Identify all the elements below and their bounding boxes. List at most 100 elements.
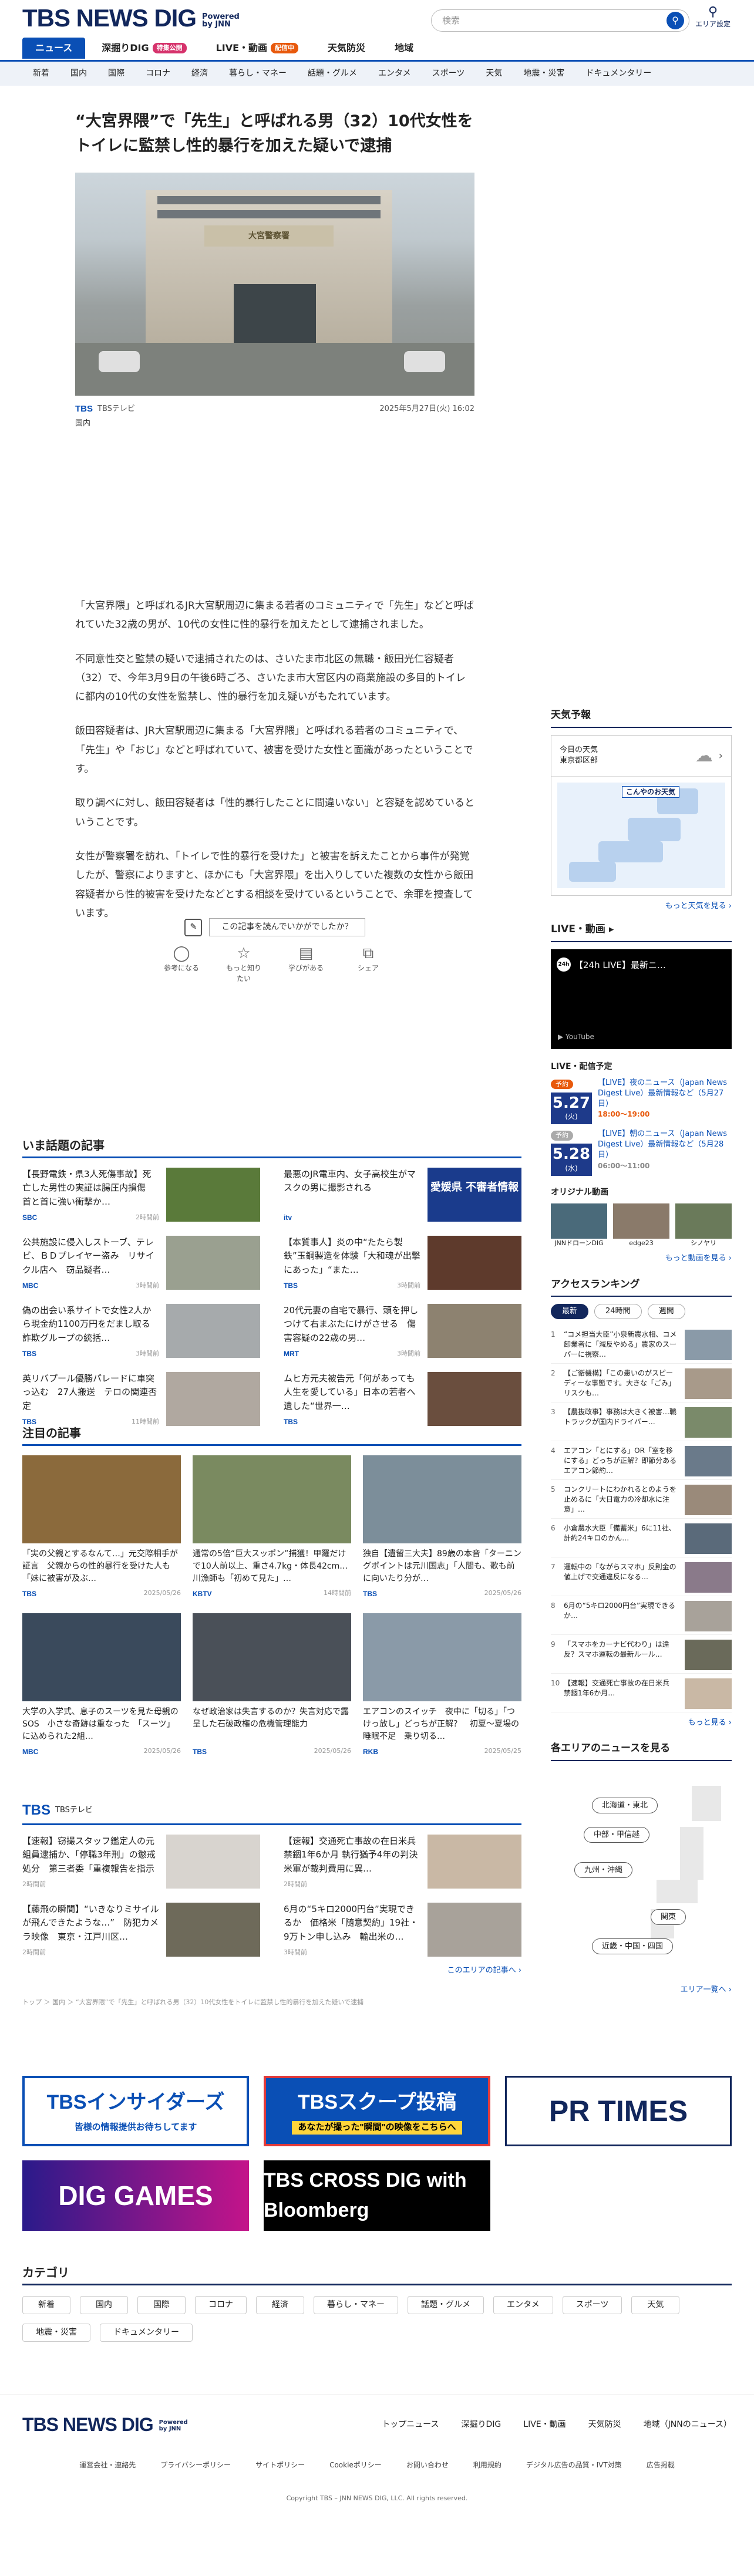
ranking-item[interactable]: 4 エアコン「とにする」OR「室を移にする」どっちが正解？即節分あるエアコン節約… — [551, 1441, 732, 1480]
category-pill[interactable]: 新着 — [22, 2296, 70, 2314]
ranking-item[interactable]: 9 「スマホをカーナビ代わり」は違反？スマホ運転の最新ルール… — [551, 1635, 732, 1674]
ranking-tab[interactable]: 最新 — [551, 1304, 589, 1319]
tbs-item[interactable]: 6月の“5キロ2000円台”実現できるか 価格米「随意契約」19社・9万トン申し… — [284, 1903, 521, 1960]
category-pill[interactable]: エンタメ — [493, 2296, 553, 2314]
footer-sub-link[interactable]: デジタル広告の品質・IVT対策 — [526, 2460, 622, 2470]
trending-item[interactable]: 英リバプール優勝パレードに車突っ込む 27人搬送 テロの関連否定 TBS 11時間前 — [22, 1372, 260, 1429]
ranking-item[interactable]: 7 運転中の「ながらスマホ」反則金の値上げで交通違反になる… — [551, 1557, 732, 1596]
site-logo[interactable]: TBS NEWS DIG Powered by JNN — [22, 6, 240, 31]
tab-news[interactable]: ニュース — [22, 38, 86, 59]
footer-sub-link[interactable]: プライバシーポリシー — [160, 2460, 231, 2470]
area-setting-button[interactable]: ⚲ エリア設定 — [694, 6, 732, 29]
search-icon[interactable]: ⚲ — [667, 12, 684, 29]
schedule-item[interactable]: 予約 5.27 (火) 【LIVE】夜のニュース（Japan News Digest … — [551, 1078, 732, 1125]
ranking-item[interactable]: 2 【ご衛機構】「この患いのがスピーディーな事態です。大きな「ごみ」リスクも… — [551, 1364, 732, 1402]
footer-link[interactable]: 深掘りDIG — [462, 2419, 501, 2431]
feedback-option[interactable]: ◯ 参考になる — [161, 945, 202, 984]
footer-link[interactable]: LIVE・動画 — [523, 2419, 566, 2431]
category-pill[interactable]: 地震・災害 — [22, 2324, 90, 2342]
trending-item[interactable]: 公共施設に侵入しストーブ、テレビ、ＢＤプレイヤー盗み リサイクル店へ 窃品疑者…… — [22, 1236, 260, 1293]
footer-link[interactable]: 地域（JNNのニュース） — [644, 2419, 732, 2431]
tab-region[interactable]: 地域 — [382, 38, 426, 59]
category-link[interactable]: 地震・災害 — [513, 68, 575, 80]
prtimes-banner[interactable]: PR TIMES — [505, 2076, 732, 2146]
featured-card[interactable]: エアコンのスイッチ 夜中に「切る」「つけっ放し」どっちが正解？ 初夏〜夏場の睡眠… — [363, 1613, 521, 1757]
featured-card[interactable]: 大学の入学式、息子のスーツを見た母親のSOS 小さな奇跡は重なった 「スーツ」に… — [22, 1613, 181, 1757]
feedback-option[interactable]: ☆ もっと知りたい — [223, 945, 264, 984]
footer-sub-link[interactable]: 利用規約 — [473, 2460, 501, 2470]
category-pill[interactable]: スポーツ — [562, 2296, 622, 2314]
ranking-item[interactable]: 6 小倉農水大臣「備蓄米」6に11社、計約24キロのかん… — [551, 1519, 732, 1557]
weather-more-link[interactable]: もっと天気を見る › — [551, 901, 732, 912]
category-link[interactable]: 国内 — [60, 68, 97, 80]
ranking-item[interactable]: 10 【速報】交通死亡事故の在日米兵 禁錮1年6か月… — [551, 1674, 732, 1712]
footer-logo[interactable]: TBS NEWS DIG Powered by JNN — [22, 2415, 188, 2434]
category-link[interactable]: スポーツ — [422, 68, 476, 80]
ranking-more-link[interactable]: もっと見る › — [551, 1717, 732, 1729]
tbs-more-link[interactable]: このエリアの記事へ › — [22, 1965, 521, 1977]
category-pill[interactable]: ドキュメンタリー — [100, 2324, 193, 2342]
footer-sub-link[interactable]: Cookieポリシー — [329, 2460, 382, 2470]
footer-sub-link[interactable]: 広告掲載 — [647, 2460, 675, 2470]
category-link[interactable]: 経済 — [181, 68, 218, 80]
ranking-tab[interactable]: 週間 — [647, 1304, 685, 1319]
live-heading[interactable]: LIVE・動画 ▸ — [551, 922, 732, 942]
category-pill[interactable]: 暮らし・マネー — [314, 2296, 398, 2314]
category-link[interactable]: エンタメ — [368, 68, 422, 80]
footer-sub-link[interactable]: お問い合わせ — [406, 2460, 449, 2470]
ranking-item[interactable]: 1 “コメ担当大臣”小泉新農水相、コメ卸業者に「減反やめる」農家のスーパーに視察… — [551, 1325, 732, 1364]
featured-card[interactable]: 独自【遺留三大夫】89歳の本音「ターニングポイントは元川国志」「人間も、歌も前に… — [363, 1455, 521, 1599]
video-more-link[interactable]: もっと動画を見る › — [551, 1253, 732, 1265]
breadcrumb[interactable]: トップ ＞ 国内 ＞ “大宮界隈”で「先生」と呼ばれる男（32）10代女性をトイ… — [22, 1998, 732, 2008]
category-link[interactable]: 暮らし・マネー — [218, 68, 297, 80]
tab-live-video[interactable]: LIVE・動画 配信中 — [203, 38, 311, 59]
tab-deep-dig[interactable]: 深掘りDIG 特集公開 — [89, 38, 199, 59]
weather-widget[interactable]: 今日の天気 東京都区部 ☁ › こんやのお天気 — [551, 734, 732, 896]
category-link[interactable]: ドキュメンタリー — [575, 68, 662, 80]
ranking-item[interactable]: 8 6月の“5キロ2000円台”実現できるか… — [551, 1596, 732, 1635]
trending-item[interactable]: 最悪のJR電車内、女子高校生がマスクの男に撮影される itv 愛媛県 不審者情報 — [284, 1168, 521, 1225]
insiders-banner[interactable]: TBSインサイダーズ 皆様の情報提供お待ちしてます — [22, 2076, 249, 2146]
trending-item[interactable]: 【本質事人】炎の中“たたら製鉄”玉鋼製造を体験「大和魂が出撃にあった」“また… T… — [284, 1236, 521, 1293]
footer-sub-link[interactable]: サイトポリシー — [255, 2460, 305, 2470]
chevron-right-icon[interactable]: › — [719, 748, 723, 764]
article-genre[interactable]: 国内 — [75, 418, 474, 430]
original-video[interactable]: JNNドローンDIG — [551, 1203, 607, 1249]
ranking-item[interactable]: 5 コンクリートにわかれるとのようを止めるに「大日電力の冷却水に注意」… — [551, 1480, 732, 1519]
trending-item[interactable]: 偽の出会い系サイトで女性2人から現金約1100万円をだまし取る 詐欺グループの統… — [22, 1304, 260, 1361]
category-pill[interactable]: 国内 — [80, 2296, 128, 2314]
category-pill[interactable]: 話題・グルメ — [408, 2296, 484, 2314]
category-pill[interactable]: 天気 — [631, 2296, 680, 2314]
tab-weather[interactable]: 天気防災 — [315, 38, 378, 59]
category-link[interactable]: コロナ — [135, 68, 181, 80]
live-player[interactable]: 24h 【24h LIVE】最新ニ… ▶ YouTube — [551, 949, 732, 1049]
original-video[interactable]: edge23 — [613, 1203, 669, 1249]
category-link[interactable]: 天気 — [475, 68, 513, 80]
trending-item[interactable]: 20代元妻の自宅で暴行、頭を押しつけて右まぶたにけがさせる 傷害容疑の22歳の男… — [284, 1304, 521, 1361]
category-pill[interactable]: 国際 — [137, 2296, 186, 2314]
dig-games-banner[interactable]: DIG GAMES — [22, 2160, 249, 2231]
original-video[interactable]: シノヤリ — [675, 1203, 732, 1249]
category-link[interactable]: 国際 — [97, 68, 135, 80]
tbs-item[interactable]: 【藤飛の瞬間】“いきなりミサイルが飛んできたような…” 防犯カメラ映像 東京・江… — [22, 1903, 260, 1960]
cross-dig-banner[interactable]: TBS CROSS DIG with Bloomberg — [264, 2160, 490, 2231]
footer-sub-link[interactable]: 運営会社・連絡先 — [79, 2460, 136, 2470]
search-input[interactable]: 検索 ⚲ — [431, 9, 689, 32]
ranking-tab[interactable]: 24時間 — [594, 1304, 642, 1319]
trending-item[interactable]: ムヒ方元夫被告元「何があっても人生を愛している」日本の若者へ遺した“世界一… TB… — [284, 1372, 521, 1429]
featured-card[interactable]: なぜ政治家は失言するのか？失言対応で露呈した石破政権の危機管理能力 TBS 2025… — [193, 1613, 351, 1757]
feedback-option[interactable]: ▤ 学びがある — [285, 945, 326, 984]
scoop-banner[interactable]: TBSスクープ投稿 あなたが撮った"瞬間"の映像をこちらへ — [264, 2076, 490, 2146]
trending-item[interactable]: 【長野電鉄・県3人死傷事故】死亡した男性の実証は腸圧内損傷 首と首に強い衝撃か…… — [22, 1168, 260, 1225]
category-link[interactable]: 話題・グルメ — [297, 68, 368, 80]
tbs-item[interactable]: 【速報】交通死亡事故の在日米兵 禁錮1年6か月 執行猶予4年の判決 米軍が裁判費… — [284, 1835, 521, 1892]
ranking-item[interactable]: 3 【農抜政事】事務は大きく被害…職トラックが国内ドライバー… — [551, 1402, 732, 1441]
footer-link[interactable]: 天気防災 — [588, 2419, 621, 2431]
tbs-item[interactable]: 【速報】窃撮スタッフ鑑定人の元組員逮捕か、「停職3年刑」の懲戒処分 第三者委「重… — [22, 1835, 260, 1892]
featured-card[interactable]: 通常の5倍“巨大スッポン”捕獲！甲羅だけで10人前以上、重さ4.7kg・体長42… — [193, 1455, 351, 1599]
feedback-option[interactable]: ⧉ シェア — [348, 945, 389, 984]
category-pill[interactable]: 経済 — [256, 2296, 304, 2314]
article-source[interactable]: TBSテレビ — [97, 403, 135, 415]
featured-card[interactable]: 「実の父親とするなんて…」元交際相手が証言 父親からの性的暴行を受けた人も「妹に… — [22, 1455, 181, 1599]
footer-link[interactable]: トップニュース — [382, 2419, 439, 2431]
